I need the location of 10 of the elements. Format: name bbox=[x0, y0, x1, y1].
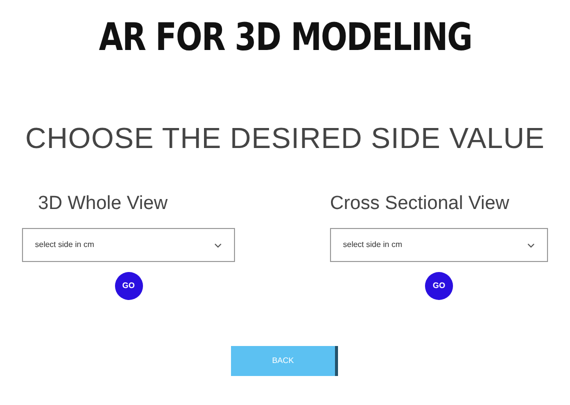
page-title: AR FOR 3D MODELING bbox=[98, 18, 472, 56]
chevron-down-icon bbox=[527, 242, 535, 248]
side-dropdown[interactable]: select side in cm bbox=[22, 228, 235, 262]
chevron-down-icon bbox=[214, 242, 222, 248]
panel-label: 3D Whole View bbox=[38, 192, 169, 216]
go-button[interactable]: GO bbox=[114, 272, 142, 300]
side-dropdown[interactable]: select side in cm bbox=[330, 228, 548, 262]
panel-label: Cross Sectional View bbox=[330, 192, 510, 216]
section-heading: CHOOSE THE DESIRED SIDE VALUE bbox=[25, 122, 545, 157]
go-button[interactable]: GO bbox=[425, 272, 453, 300]
